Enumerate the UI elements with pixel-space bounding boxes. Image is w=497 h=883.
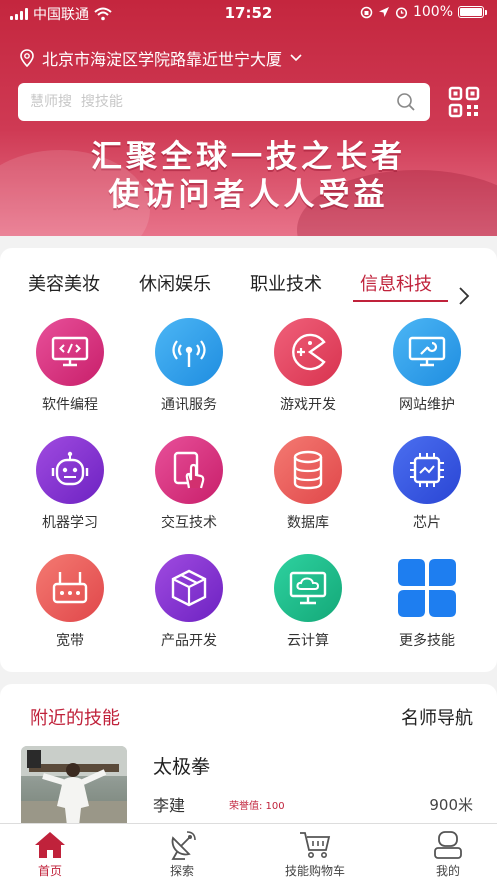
cloud-monitor-icon	[274, 554, 342, 622]
skill-item-interaction[interactable]: 交互技术	[129, 436, 249, 532]
slogan-line-2: 使访问者人人受益	[108, 177, 389, 213]
skill-label: 网站维护	[399, 397, 455, 413]
header-banner: 中国联通 17:52 100% 北京市海淀区学院路靠近世宁大厦 慧师搜 搜技能 …	[0, 0, 497, 236]
wrench-monitor-icon	[393, 318, 461, 386]
database-icon	[274, 436, 342, 504]
search-bar[interactable]	[18, 83, 430, 121]
skill-item-software[interactable]: 软件编程	[10, 318, 130, 414]
tabbar-home[interactable]: 首页	[0, 830, 110, 879]
skill-label: 更多技能	[399, 633, 455, 649]
chevron-down-icon	[290, 54, 302, 62]
honor-value: 荣誉值: 100	[229, 801, 285, 812]
distance: 900米	[429, 796, 473, 814]
tabbar-label: 首页	[37, 864, 62, 878]
location-arrow-icon	[378, 7, 389, 17]
location-text: 北京市海淀区学院路靠近世宁大厦	[42, 50, 283, 69]
skill-label: 游戏开发	[280, 397, 336, 413]
cube-icon	[155, 554, 223, 622]
user-icon	[434, 831, 462, 859]
rotation-lock-icon	[360, 6, 373, 18]
skill-item-chip[interactable]: 芯片	[367, 436, 487, 532]
skill-item-machine-learning[interactable]: 机器学习	[10, 436, 130, 532]
more-grid-icon	[393, 554, 461, 622]
router-icon	[36, 554, 104, 622]
skill-label: 产品开发	[161, 633, 217, 649]
chevron-right-icon[interactable]	[457, 286, 471, 306]
cart-icon	[300, 832, 331, 858]
skill-item-cloud[interactable]: 云计算	[248, 554, 368, 650]
tab-vocational[interactable]: 职业技术	[250, 270, 322, 296]
map-pin-icon	[20, 49, 34, 67]
tabbar-label: 探索	[169, 864, 194, 878]
skill-item-product-dev[interactable]: 产品开发	[129, 554, 249, 650]
skill-label: 宽带	[56, 633, 84, 649]
home-icon	[35, 832, 65, 858]
skill-item-game-dev[interactable]: 游戏开发	[248, 318, 368, 414]
antenna-icon	[155, 318, 223, 386]
tabbar-label: 技能购物车	[284, 864, 345, 878]
tab-beauty[interactable]: 美容美妆	[28, 270, 100, 296]
skill-item-more[interactable]: 更多技能	[367, 554, 487, 650]
skill-label: 数据库	[287, 515, 329, 531]
skill-label: 机器学习	[42, 515, 98, 531]
bottom-tab-bar: 首页 探索 技能购物车 我的	[0, 823, 497, 883]
banner-slogan[interactable]: 汇聚全球一技之长者 使访问者人人受益	[0, 138, 497, 214]
tabbar-me[interactable]: 我的	[388, 830, 497, 879]
skill-label: 云计算	[287, 633, 329, 649]
skill-item-web-maintenance[interactable]: 网站维护	[367, 318, 487, 414]
robot-icon	[36, 436, 104, 504]
tab-leisure[interactable]: 休闲娱乐	[139, 270, 211, 296]
location-selector[interactable]: 北京市海淀区学院路靠近世宁大厦	[20, 46, 302, 70]
chip-icon	[393, 436, 461, 504]
teacher-nav-link[interactable]: 名师导航	[401, 704, 473, 730]
qr-scan-icon[interactable]	[448, 86, 480, 118]
skill-label: 芯片	[413, 515, 441, 531]
search-input[interactable]	[30, 83, 390, 121]
tabbar-explore[interactable]: 探索	[122, 830, 242, 879]
active-tab-indicator	[353, 300, 448, 302]
slogan-line-1: 汇聚全球一技之长者	[91, 139, 406, 175]
teacher-name: 李建	[153, 796, 186, 815]
category-card: 美容美妆 休闲娱乐 职业技术 信息科技 软件编程 通讯服务 游戏开发 网站维护 …	[0, 248, 497, 672]
skill-label: 交互技术	[161, 515, 217, 531]
search-icon[interactable]	[396, 92, 416, 112]
code-monitor-icon	[36, 318, 104, 386]
category-tabs: 美容美妆 休闲娱乐 职业技术 信息科技	[0, 264, 497, 306]
app-screen: 中国联通 17:52 100% 北京市海淀区学院路靠近世宁大厦 慧师搜 搜技能 …	[0, 0, 497, 883]
alarm-icon	[395, 6, 408, 19]
skill-item-telecom[interactable]: 通讯服务	[129, 318, 249, 414]
skill-item-broadband[interactable]: 宽带	[10, 554, 130, 650]
touch-icon	[155, 436, 223, 504]
tabbar-cart[interactable]: 技能购物车	[255, 830, 375, 879]
skill-label: 软件编程	[42, 397, 98, 413]
skill-label: 通讯服务	[161, 397, 217, 413]
skill-name[interactable]: 太极拳	[153, 752, 210, 779]
satellite-dish-icon	[171, 831, 196, 860]
skill-item-database[interactable]: 数据库	[248, 436, 368, 532]
tab-it[interactable]: 信息科技	[360, 270, 432, 296]
battery-icon	[458, 6, 484, 18]
nearby-title: 附近的技能	[30, 708, 120, 729]
tabbar-label: 我的	[435, 864, 460, 878]
pacman-icon	[274, 318, 342, 386]
battery-percent: 100%	[412, 4, 453, 20]
status-bar: 中国联通 17:52 100%	[0, 0, 497, 26]
